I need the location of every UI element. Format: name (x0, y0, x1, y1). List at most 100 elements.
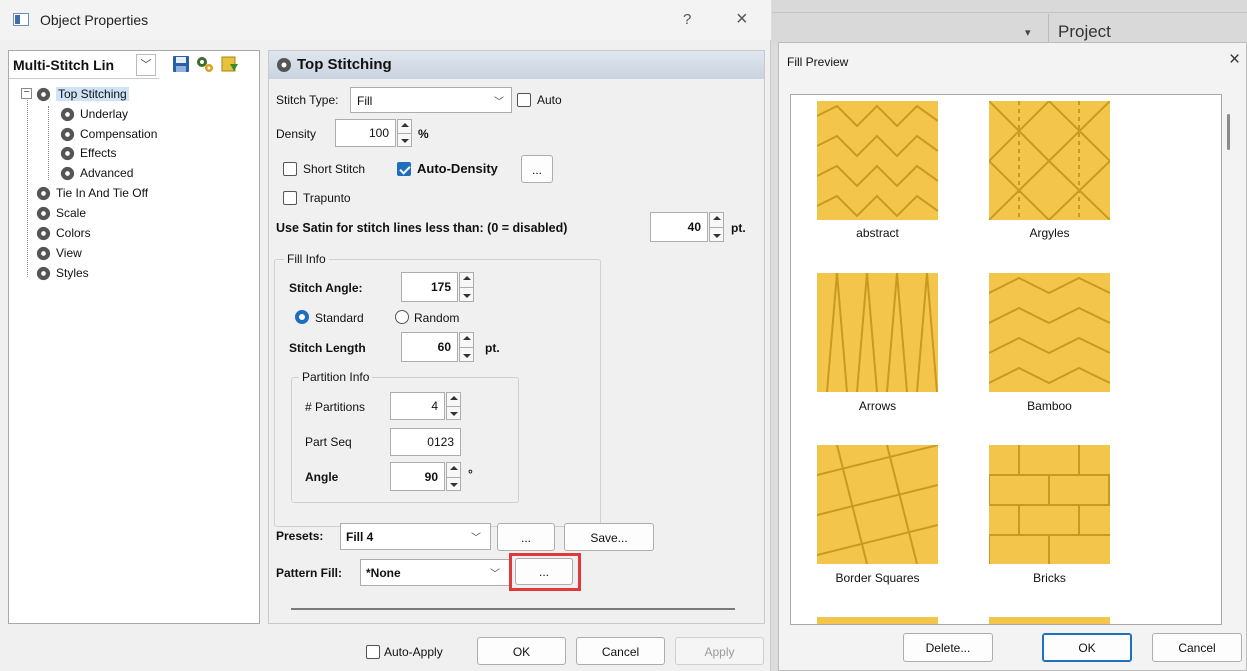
standard-label: Standard (315, 311, 364, 325)
stitch-length-label: Stitch Length (289, 341, 366, 355)
stitch-type-label: Stitch Type: (276, 93, 339, 107)
stitch-length-input[interactable]: 60 (401, 332, 458, 362)
density-label: Density (276, 127, 317, 141)
horizontal-scrollbar[interactable] (291, 608, 735, 610)
tree-item-styles[interactable]: Styles (35, 263, 89, 283)
satin-threshold-spinner[interactable] (709, 212, 724, 242)
swatch-arrows[interactable] (817, 273, 938, 392)
swatch-partial (989, 617, 1110, 624)
density-input[interactable]: 100 (335, 119, 396, 147)
tree-item-label: Styles (56, 266, 89, 280)
chevron-down-icon[interactable]: ▾ (1025, 26, 1031, 39)
partition-info-title: Partition Info (299, 370, 373, 384)
pattern-fill-select[interactable]: *None ﹀ (360, 559, 510, 586)
partitions-input[interactable]: 4 (390, 392, 445, 420)
divider (1048, 14, 1049, 44)
tree-item-scale[interactable]: Scale (35, 203, 86, 223)
close-button[interactable]: × (1229, 49, 1240, 71)
satin-threshold-label: Use Satin for stitch lines less than: (0… (276, 221, 568, 235)
load-icon[interactable] (220, 54, 240, 74)
stitch-angle-spinner[interactable] (459, 272, 474, 302)
tree-item-compensation[interactable]: Compensation (59, 124, 157, 144)
combo-value: Multi-Stitch Lin (13, 57, 115, 73)
swatch-abstract[interactable] (817, 101, 938, 220)
ok-button[interactable]: OK (477, 637, 566, 665)
tree-line (48, 106, 49, 180)
fill-label: Arrows (858, 399, 897, 413)
presets-select[interactable]: Fill 4 ﹀ (340, 523, 491, 550)
auto-density-options-button[interactable]: ... (521, 155, 553, 183)
object-properties-window: Object Properties ? × Multi-Stitch Lin ﹀… (0, 0, 771, 671)
tree-item-label: Tie In And Tie Off (56, 186, 149, 200)
tree-item-colors[interactable]: Colors (35, 223, 91, 243)
tree-item-advanced[interactable]: Advanced (59, 163, 133, 183)
pt-unit: pt. (731, 221, 746, 235)
stitch-type-select[interactable]: Fill ﹀ (350, 87, 512, 113)
gear-icon (36, 186, 51, 200)
title-bar: Object Properties ? × (0, 0, 771, 40)
pattern-fill-options-button[interactable]: ... (515, 558, 573, 585)
angle-spinner[interactable] (446, 462, 461, 491)
project-tab[interactable]: Project (1058, 22, 1111, 42)
delete-button[interactable]: Delete... (903, 633, 993, 662)
tree-item-view[interactable]: View (35, 243, 82, 263)
fill-label: abstract (856, 226, 899, 240)
short-stitch-label: Short Stitch (303, 162, 366, 176)
gear-icon (277, 58, 291, 72)
stitch-angle-input[interactable]: 175 (401, 272, 458, 302)
gear-icon (36, 266, 51, 280)
random-radio[interactable] (395, 310, 409, 324)
tree-item-underlay[interactable]: Underlay (59, 104, 128, 124)
fill-preview-window: Fill Preview × abstract Argyles Arrows B… (778, 42, 1247, 671)
stitch-type-combo[interactable]: Multi-Stitch Lin ﹀ (9, 51, 159, 79)
properties-panel: Top Stitching Stitch Type: Fill ﹀ Auto D… (268, 50, 765, 624)
cancel-button[interactable]: Cancel (1152, 633, 1242, 662)
auto-apply-checkbox[interactable] (366, 645, 380, 659)
save-icon[interactable] (172, 55, 190, 73)
stitch-length-spinner[interactable] (459, 332, 474, 362)
standard-radio[interactable] (295, 310, 309, 324)
apply-button[interactable]: Apply (675, 637, 764, 665)
auto-density-label: Auto-Density (417, 161, 498, 176)
density-spinner[interactable] (397, 119, 412, 147)
swatch-bamboo[interactable] (989, 273, 1110, 392)
partitions-spinner[interactable] (446, 392, 461, 420)
partitions-label: # Partitions (305, 400, 366, 414)
random-label: Random (414, 311, 460, 325)
ok-button[interactable]: OK (1042, 633, 1132, 662)
trapunto-checkbox[interactable] (283, 191, 297, 205)
gear-icon (60, 107, 75, 121)
gear-icon (36, 246, 51, 260)
chevron-down-icon[interactable]: ﹀ (136, 54, 156, 76)
density-unit: % (418, 127, 429, 141)
auto-checkbox[interactable] (517, 93, 531, 107)
save-preset-button[interactable]: Save... (564, 523, 654, 551)
tree-item-label: Scale (56, 206, 87, 220)
close-button[interactable]: × (736, 8, 748, 31)
short-stitch-checkbox[interactable] (283, 162, 297, 176)
cancel-button[interactable]: Cancel (576, 637, 665, 665)
collapse-toggle[interactable]: − (21, 88, 32, 99)
angle-input[interactable]: 90 (390, 462, 445, 491)
gears-icon[interactable] (195, 54, 215, 74)
tree-item-tie-in[interactable]: Tie In And Tie Off (35, 183, 148, 203)
vertical-scrollbar[interactable] (1222, 94, 1236, 625)
background-project-panel: ▾ Project (772, 0, 1247, 44)
satin-threshold-input[interactable]: 40 (650, 212, 708, 242)
auto-density-checkbox[interactable] (397, 162, 411, 176)
tree-item-label: Effects (80, 146, 117, 160)
swatch-border-squares[interactable] (817, 445, 938, 564)
stitch-angle-value: 175 (430, 280, 451, 294)
part-seq-input[interactable]: 0123 (390, 428, 461, 456)
help-button[interactable]: ? (683, 11, 691, 28)
stitch-length-unit: pt. (485, 341, 500, 355)
swatch-bricks[interactable] (989, 445, 1110, 564)
tree-item-top-stitching[interactable]: Top Stitching (35, 84, 129, 104)
window-title: Object Properties (40, 12, 149, 28)
chevron-down-icon: ﹀ (494, 97, 504, 108)
presets-options-button[interactable]: ... (497, 523, 555, 551)
pattern-fill-value: *None (366, 566, 401, 580)
tree-item-effects[interactable]: Effects (59, 143, 116, 163)
swatch-argyles[interactable] (989, 101, 1110, 220)
tree-item-label: Compensation (80, 127, 158, 141)
